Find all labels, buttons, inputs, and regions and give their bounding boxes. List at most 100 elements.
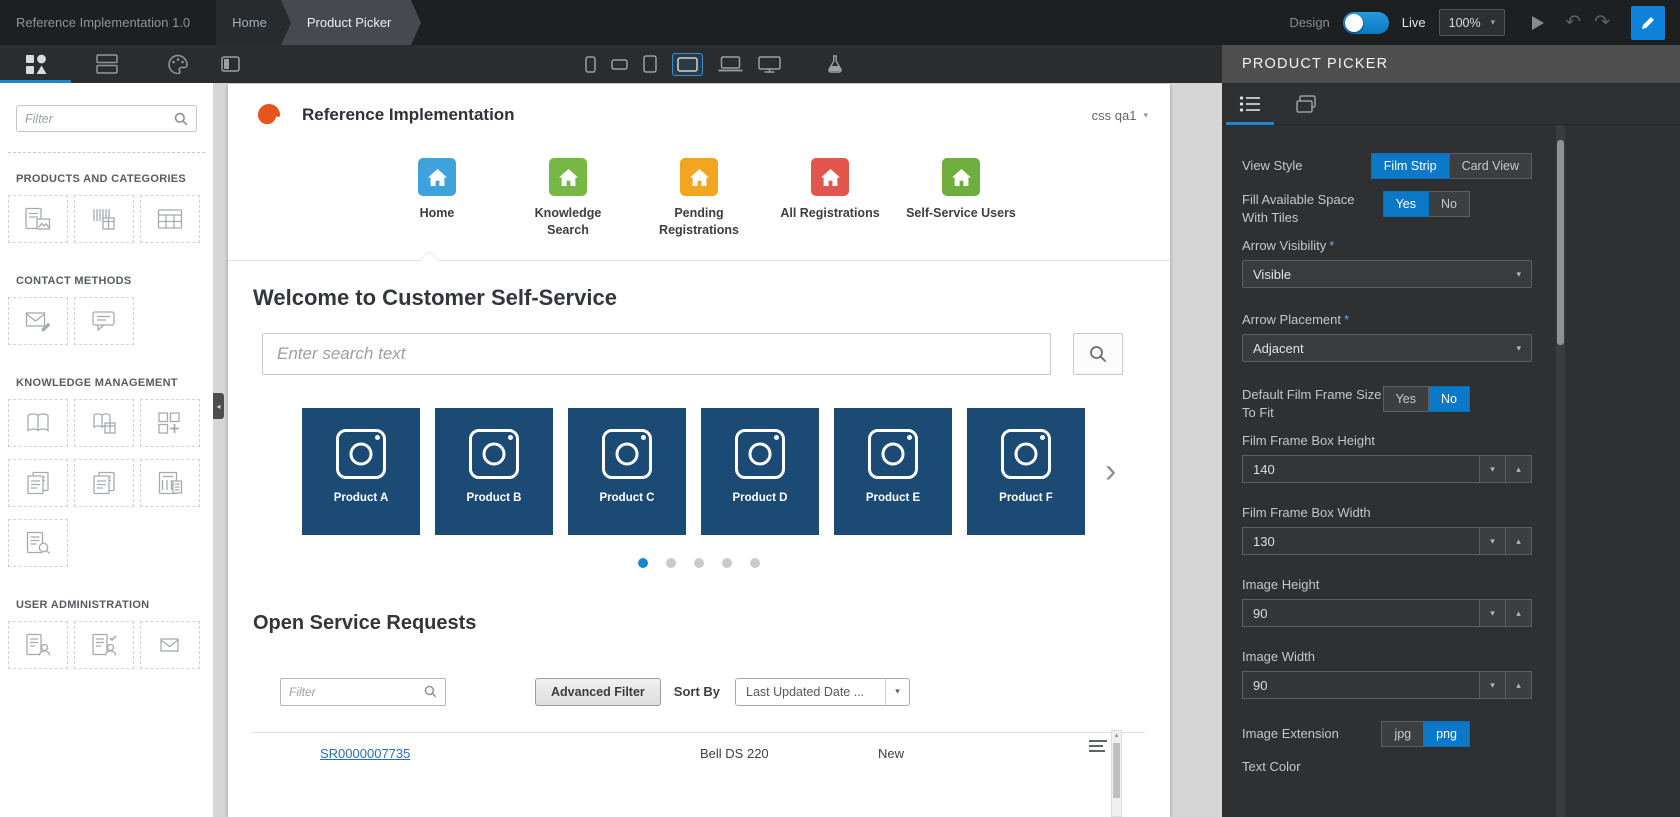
carousel-dot[interactable] [722, 557, 732, 568]
tab-components[interactable] [0, 45, 71, 83]
field-label: View Style [1242, 158, 1303, 174]
component-tile-article-columns[interactable] [140, 459, 200, 507]
page-designer-panel-button[interactable] [221, 56, 240, 72]
image-extension-png-button[interactable]: png [1424, 721, 1470, 748]
default-fit-no-button[interactable]: No [1429, 386, 1470, 413]
search-input[interactable] [262, 332, 1051, 375]
carousel-dot[interactable] [750, 557, 760, 568]
search-button[interactable] [1073, 332, 1123, 375]
panel-scrollbar[interactable] [1556, 125, 1565, 817]
product-label: Product B [466, 491, 522, 504]
edit-button[interactable] [1631, 5, 1665, 40]
carousel-dot[interactable] [666, 557, 676, 568]
search-icon[interactable] [174, 112, 188, 126]
view-style-card-view-button[interactable]: Card View [1449, 153, 1532, 179]
stepper-increment-button[interactable]: ▴ [1506, 527, 1532, 556]
collapse-sidebar-handle[interactable]: ◂ [213, 393, 224, 419]
field-fill-space: Fill Available Space With Tiles Yes No [1242, 191, 1532, 226]
carousel-pagination [253, 557, 1145, 568]
stepper-decrement-button[interactable]: ▾ [1480, 527, 1506, 556]
nav-item-self-service-users[interactable]: Self-Service Users [896, 158, 1027, 239]
nav-item-all-registrations[interactable]: All Registrations [765, 158, 896, 239]
product-tile[interactable]: Product E [834, 407, 952, 535]
component-tile-knowledge-book[interactable] [8, 399, 68, 447]
device-phone-landscape-button[interactable] [611, 58, 628, 70]
user-menu[interactable]: css qa1 ▾ [1092, 108, 1148, 123]
image-width-stepper: ▾ ▴ [1242, 671, 1532, 700]
product-tile[interactable]: Product D [701, 407, 819, 535]
component-tile-chat-contact[interactable] [74, 297, 134, 345]
arrow-visibility-select[interactable]: Visible ▾ [1242, 260, 1532, 289]
tab-properties[interactable] [1222, 83, 1278, 125]
component-tile-product-detail[interactable] [8, 195, 68, 243]
component-tile-email-contact[interactable] [8, 297, 68, 345]
stepper-increment-button[interactable]: ▴ [1506, 455, 1532, 484]
fill-space-yes-button[interactable]: Yes [1382, 191, 1430, 217]
nav-item-pending-registrations[interactable]: Pending Registrations [634, 158, 765, 239]
undo-button[interactable]: ↶ [1565, 13, 1581, 32]
device-desktop-button[interactable] [758, 55, 781, 73]
run-app-button[interactable] [1532, 15, 1545, 30]
product-tile[interactable]: Product C [568, 407, 686, 535]
stepper-decrement-button[interactable]: ▾ [1480, 455, 1506, 484]
scrollbar-thumb[interactable] [1557, 140, 1564, 345]
device-phone-portrait-button[interactable] [585, 55, 596, 73]
device-tablet-landscape-button[interactable] [672, 52, 703, 76]
sr-filter-input[interactable] [289, 684, 424, 699]
device-tablet-portrait-button[interactable] [643, 55, 657, 73]
nav-item-home[interactable]: Home [372, 158, 503, 239]
product-tile[interactable]: Product B [435, 407, 553, 535]
tab-structure[interactable] [71, 45, 142, 83]
nav-item-knowledge-search[interactable]: Knowledge Search [503, 158, 634, 239]
search-icon[interactable] [424, 685, 437, 698]
stepper-decrement-button[interactable]: ▾ [1480, 599, 1506, 628]
component-tile-article-stack[interactable] [8, 459, 68, 507]
component-tile-knowledge-add[interactable] [140, 399, 200, 447]
fill-space-no-button[interactable]: No [1429, 191, 1470, 217]
list-scrollbar[interactable]: ▴ [1111, 730, 1122, 817]
frame-height-input[interactable] [1242, 455, 1480, 484]
component-tile-user-registration[interactable] [8, 621, 68, 669]
tab-theme[interactable] [142, 45, 213, 83]
sandbox-button[interactable] [827, 55, 843, 73]
carousel-next-button[interactable]: › [1105, 454, 1116, 488]
document-search-icon [26, 531, 50, 554]
zoom-select[interactable]: 100% ▾ [1438, 9, 1506, 36]
component-tile-product-categories[interactable] [74, 195, 134, 243]
arrow-placement-select[interactable]: Adjacent ▾ [1242, 334, 1532, 363]
default-fit-yes-button[interactable]: Yes [1382, 386, 1430, 413]
view-style-film-strip-button[interactable]: Film Strip [1370, 153, 1450, 179]
image-width-input[interactable] [1242, 671, 1480, 700]
carousel-dot[interactable] [694, 557, 704, 568]
component-filter-input[interactable] [25, 111, 174, 126]
component-tile-user-email[interactable] [140, 621, 200, 669]
component-tile-article-search[interactable] [8, 519, 68, 567]
stepper-decrement-button[interactable]: ▾ [1480, 671, 1506, 700]
frame-width-input[interactable] [1242, 527, 1480, 556]
carousel-dot[interactable] [638, 557, 648, 568]
image-extension-jpg-button[interactable]: jpg [1381, 721, 1425, 748]
stepper-increment-button[interactable]: ▴ [1506, 599, 1532, 628]
stepper-increment-button[interactable]: ▴ [1506, 671, 1532, 700]
breadcrumb-tab-home[interactable]: Home [216, 0, 291, 45]
field-default-fit: Default Film Frame Size To Fit Yes No [1242, 386, 1532, 421]
design-live-toggle[interactable] [1342, 11, 1389, 34]
component-tile-product-table[interactable] [140, 195, 200, 243]
scroll-up-icon[interactable]: ▴ [1112, 731, 1121, 741]
product-tile[interactable]: Product F [967, 407, 1085, 535]
sr-row-menu-button[interactable] [1089, 739, 1107, 753]
redo-button[interactable]: ↷ [1594, 13, 1610, 32]
product-tile[interactable]: Product A [302, 407, 420, 535]
advanced-filter-button[interactable]: Advanced Filter [535, 677, 661, 706]
sort-select[interactable]: Last Updated Date ... ▾ [735, 677, 911, 706]
device-laptop-button[interactable] [718, 56, 743, 72]
component-tile-article-list[interactable] [74, 459, 134, 507]
component-tile-knowledge-categories[interactable] [74, 399, 134, 447]
tab-data[interactable] [1278, 83, 1334, 124]
scrollbar-thumb[interactable] [1113, 743, 1120, 798]
image-height-stepper: ▾ ▴ [1242, 599, 1532, 628]
image-height-input[interactable] [1242, 599, 1480, 628]
breadcrumb-tab-product-picker[interactable]: Product Picker [280, 0, 421, 45]
component-tile-user-approval[interactable] [74, 621, 134, 669]
sr-number-link[interactable]: SR0000007735 [320, 746, 410, 761]
